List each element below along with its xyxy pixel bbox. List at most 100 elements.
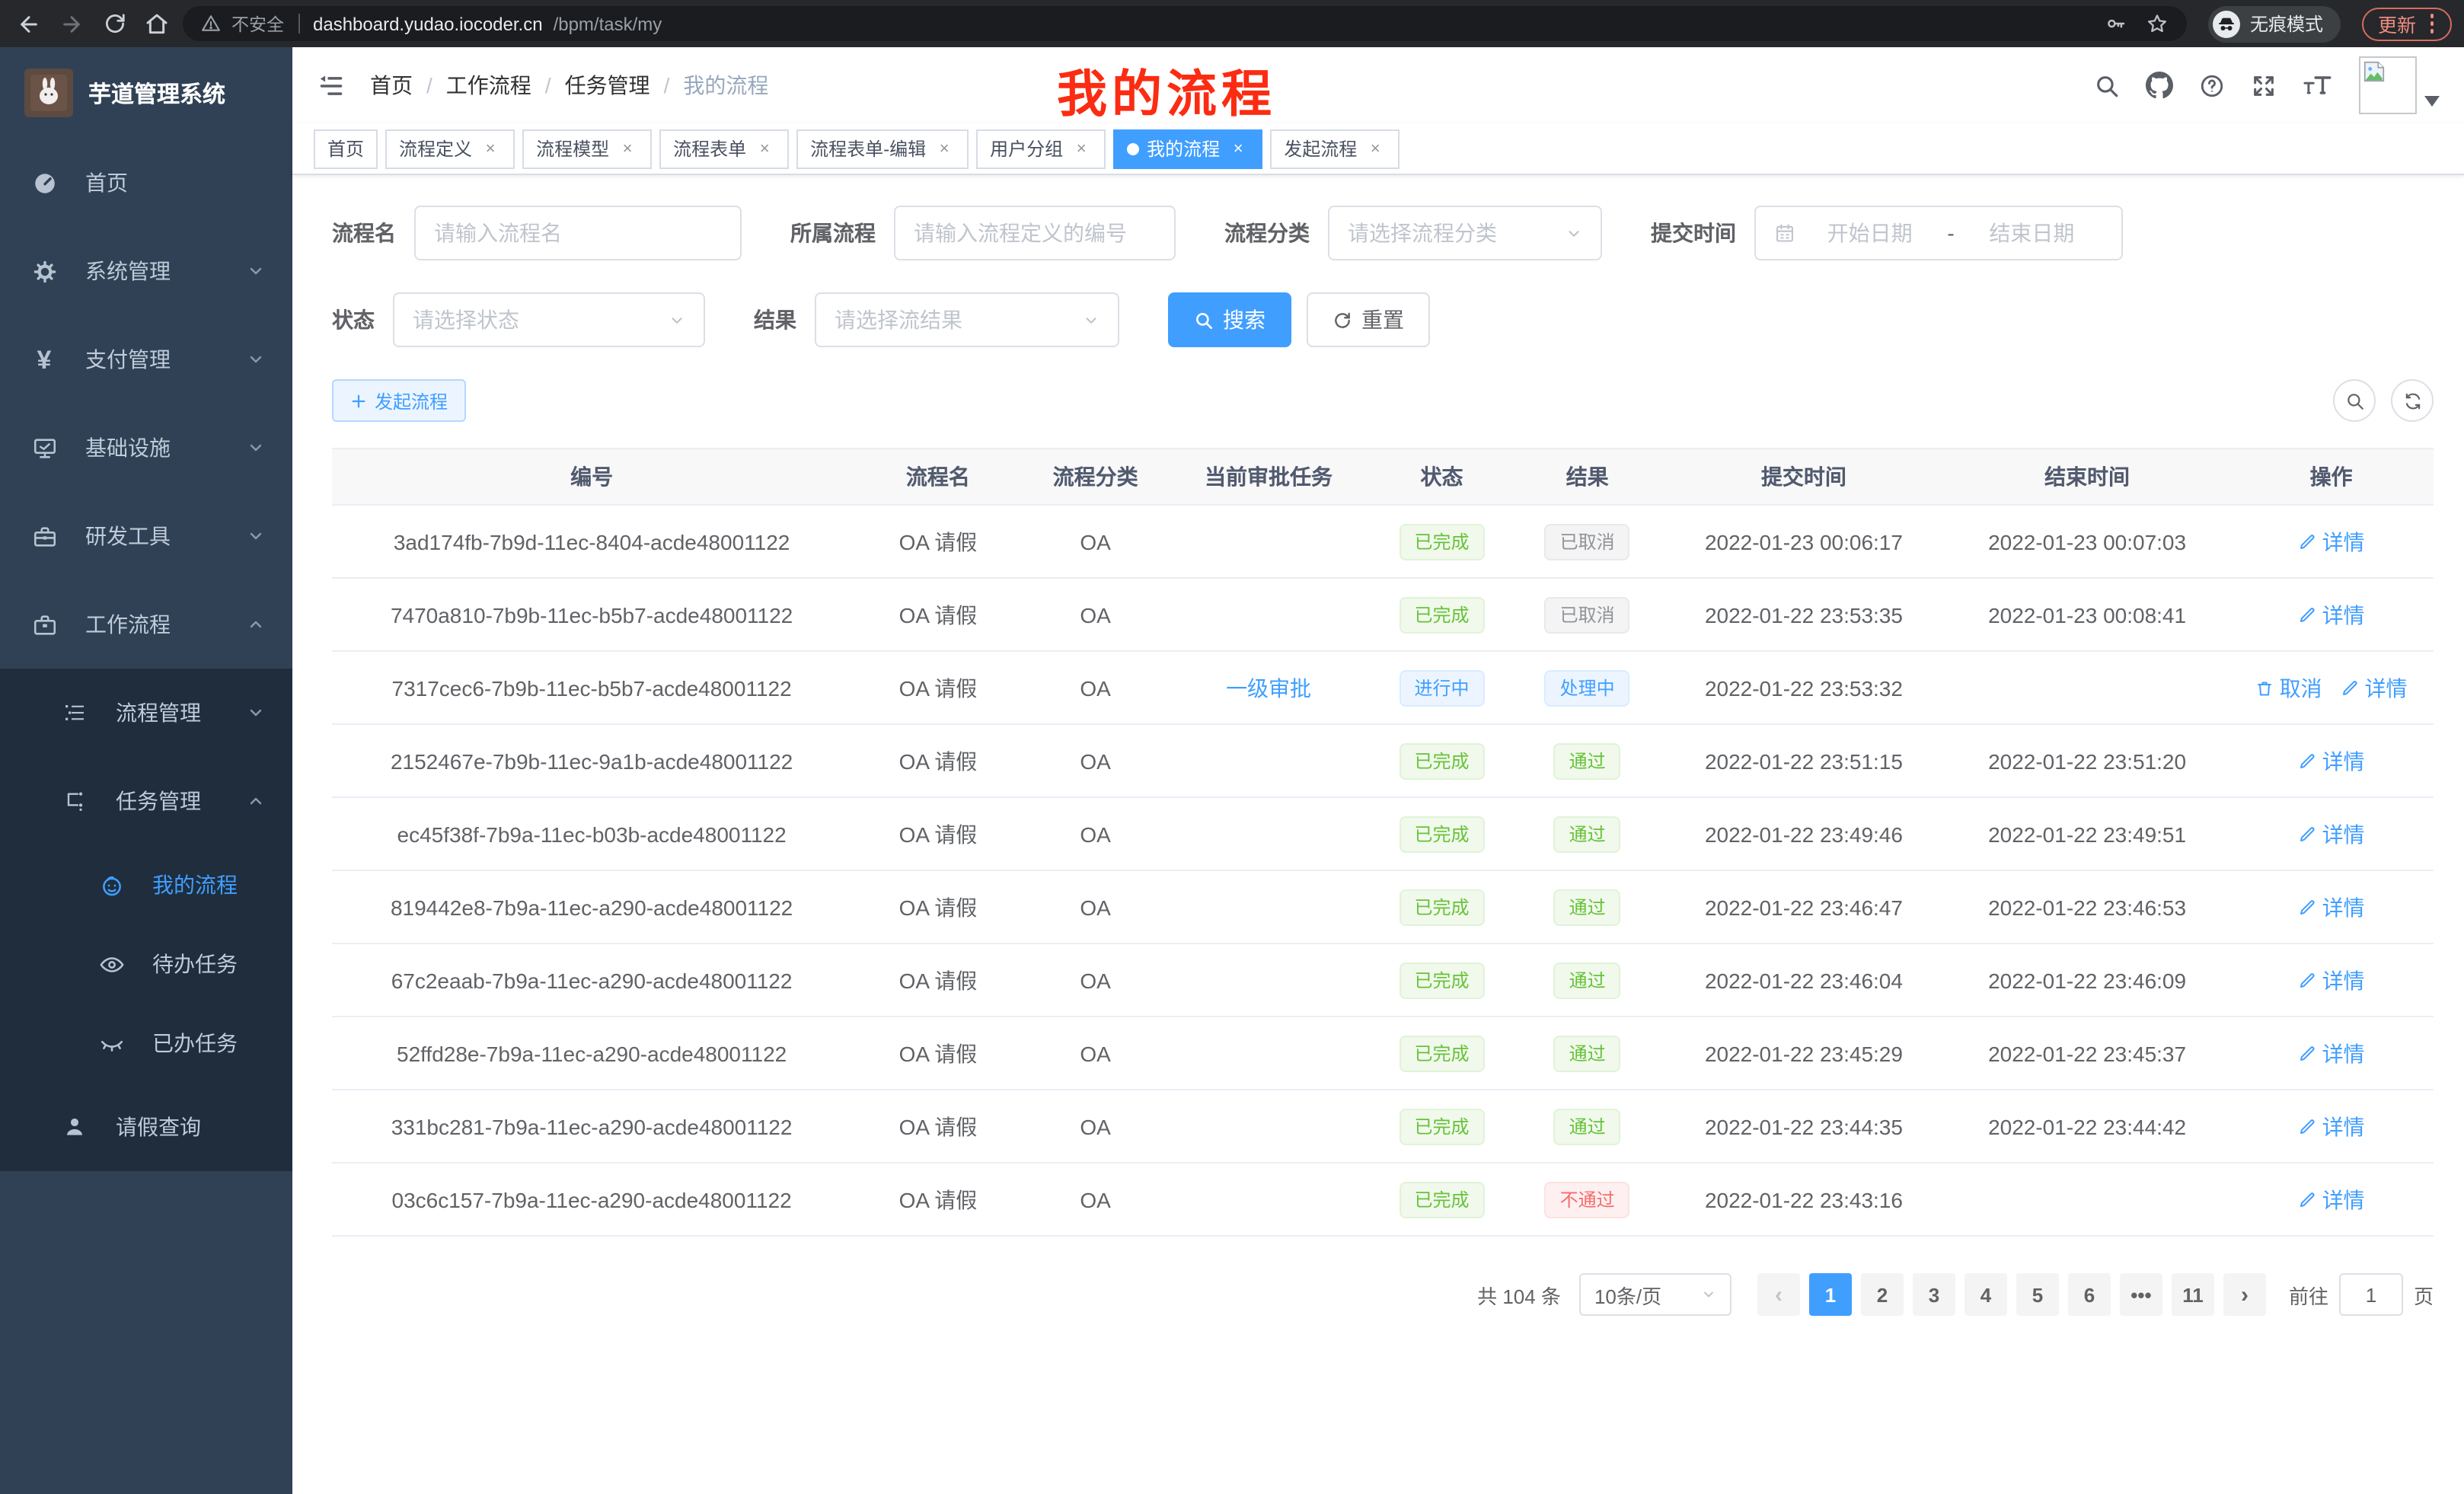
- table-refresh-icon[interactable]: [2391, 379, 2434, 422]
- cell-actions: 详情: [2229, 1163, 2434, 1236]
- parent-process-input[interactable]: 请输入流程定义的编号: [894, 206, 1176, 260]
- page-button-3[interactable]: 3: [1913, 1273, 1955, 1316]
- page-button-5[interactable]: 5: [2016, 1273, 2059, 1316]
- category-select[interactable]: 请选择流程分类: [1328, 206, 1602, 260]
- cell-category: OA: [1025, 1163, 1167, 1236]
- sidebar-item-system[interactable]: 系统管理: [0, 227, 292, 315]
- sidebar-item-home[interactable]: 首页: [0, 139, 292, 227]
- detail-link[interactable]: 详情: [2298, 1038, 2365, 1068]
- close-icon[interactable]: ×: [1227, 138, 1249, 159]
- user-avatar-menu[interactable]: [2359, 56, 2440, 114]
- sidebar-item-payment[interactable]: ¥ 支付管理: [0, 315, 292, 404]
- status-badge: 已完成: [1399, 1035, 1484, 1071]
- page-button-6[interactable]: 6: [2068, 1273, 2111, 1316]
- sidebar: 芋道管理系统 首页 系统管理 ¥ 支付管: [0, 47, 292, 1494]
- sidebar-item-done-tasks[interactable]: 已办任务: [0, 1004, 292, 1083]
- chevron-up-icon: [247, 615, 265, 634]
- breadcrumb-item[interactable]: 任务管理: [565, 70, 650, 101]
- tab-process-form[interactable]: 流程表单×: [659, 129, 789, 168]
- page-size-select[interactable]: 10条/页: [1579, 1273, 1732, 1316]
- page-button-2[interactable]: 2: [1861, 1273, 1904, 1316]
- cell-status: 已完成: [1371, 1017, 1512, 1090]
- detail-link[interactable]: 详情: [2298, 965, 2365, 995]
- update-button[interactable]: 更新: [2363, 7, 2452, 40]
- font-size-icon[interactable]: [2303, 73, 2333, 97]
- goto-page-input[interactable]: [2339, 1273, 2403, 1316]
- sidebar-item-todo-tasks[interactable]: 待办任务: [0, 924, 292, 1004]
- detail-link[interactable]: 详情: [2298, 599, 2365, 630]
- close-icon[interactable]: ×: [480, 138, 501, 159]
- detail-link[interactable]: 详情: [2341, 672, 2408, 703]
- tab-home[interactable]: 首页: [314, 129, 378, 168]
- tab-process-model[interactable]: 流程模型×: [522, 129, 652, 168]
- close-icon[interactable]: ×: [617, 138, 638, 159]
- help-icon[interactable]: [2199, 72, 2225, 98]
- task-link[interactable]: 一级审批: [1226, 675, 1311, 700]
- page-button-1[interactable]: 1: [1809, 1273, 1852, 1316]
- close-icon[interactable]: ×: [754, 138, 775, 159]
- not-secure-warning-icon[interactable]: [201, 14, 221, 34]
- forward-icon[interactable]: [55, 7, 88, 40]
- sidebar-item-my-process[interactable]: 我的流程: [0, 845, 292, 924]
- breadcrumb-item[interactable]: 工作流程: [446, 70, 531, 101]
- detail-link[interactable]: 详情: [2298, 819, 2365, 849]
- page-button-11[interactable]: 11: [2172, 1273, 2214, 1316]
- submit-time-range-picker[interactable]: 开始日期 - 结束日期: [1754, 206, 2123, 260]
- detail-link[interactable]: 详情: [2298, 526, 2365, 557]
- home-icon[interactable]: [140, 7, 174, 40]
- breadcrumb-item[interactable]: 首页: [370, 70, 413, 101]
- search-icon[interactable]: [2094, 72, 2120, 98]
- start-process-button[interactable]: 发起流程: [332, 379, 466, 422]
- detail-link[interactable]: 详情: [2298, 892, 2365, 922]
- tab-user-group[interactable]: 用户分组×: [976, 129, 1106, 168]
- back-icon[interactable]: [12, 7, 46, 40]
- next-page-button[interactable]: ›: [2223, 1273, 2266, 1316]
- reset-button[interactable]: 重置: [1307, 292, 1430, 347]
- tab-process-form-edit[interactable]: 流程表单-编辑×: [796, 129, 969, 168]
- table-row: 67c2eaab-7b9a-11ec-a290-acde48001122 OA …: [332, 943, 2434, 1017]
- cell-end-time: [1945, 1163, 2229, 1236]
- cell-submit-time: 2022-01-22 23:53:32: [1662, 651, 1945, 724]
- sidebar-item-task-management[interactable]: 任务管理: [0, 757, 292, 845]
- github-icon[interactable]: [2146, 72, 2173, 99]
- cancel-link[interactable]: 取消: [2255, 672, 2322, 703]
- bookmark-star-icon[interactable]: [2146, 12, 2169, 35]
- table-search-toggle-icon[interactable]: [2333, 379, 2376, 422]
- cell-id: 331bc281-7b9a-11ec-a290-acde48001122: [332, 1090, 851, 1163]
- reload-icon[interactable]: [97, 7, 131, 40]
- close-icon[interactable]: ×: [1364, 138, 1386, 159]
- tab-start-process[interactable]: 发起流程×: [1270, 129, 1400, 168]
- search-button[interactable]: 搜索: [1168, 292, 1291, 347]
- sidebar-item-infrastructure[interactable]: 基础设施: [0, 404, 292, 492]
- more-pages-button[interactable]: •••: [2120, 1273, 2162, 1316]
- status-badge: 已完成: [1399, 742, 1484, 779]
- close-icon[interactable]: ×: [1071, 138, 1092, 159]
- cell-end-time: 2022-01-22 23:49:51: [1945, 797, 2229, 870]
- page-content: 流程名 请输入流程名 所属流程 请输入流程定义的编号 流程分类 请选择流程分类: [292, 175, 2464, 1494]
- address-bar[interactable]: 不安全 dashboard.yudao.iocoder.cn/bpm/task/…: [183, 6, 2188, 41]
- result-select[interactable]: 请选择流结果: [815, 292, 1119, 347]
- detail-link[interactable]: 详情: [2298, 745, 2365, 776]
- table-row: 52ffd28e-7b9a-11ec-a290-acde48001122 OA …: [332, 1017, 2434, 1090]
- status-select[interactable]: 请选择状态: [393, 292, 705, 347]
- process-name-input[interactable]: 请输入流程名: [414, 206, 742, 260]
- sidebar-item-devtools[interactable]: 研发工具: [0, 492, 292, 580]
- tab-my-process[interactable]: 我的流程×: [1113, 129, 1262, 168]
- close-icon[interactable]: ×: [934, 138, 955, 159]
- cell-submit-time: 2022-01-22 23:46:47: [1662, 870, 1945, 943]
- page-button-4[interactable]: 4: [1964, 1273, 2007, 1316]
- sidebar-item-process-management[interactable]: 流程管理: [0, 669, 292, 757]
- sidebar-toggle-icon[interactable]: [317, 71, 346, 100]
- fullscreen-icon[interactable]: [2251, 72, 2277, 98]
- detail-link[interactable]: 详情: [2298, 1111, 2365, 1141]
- sidebar-item-leave-query[interactable]: 请假查询: [0, 1083, 292, 1171]
- tab-process-definition[interactable]: 流程定义×: [385, 129, 515, 168]
- sidebar-menu: 首页 系统管理 ¥ 支付管理: [0, 139, 292, 1171]
- sidebar-item-workflow[interactable]: 工作流程: [0, 580, 292, 669]
- result-badge: 不通过: [1545, 1181, 1630, 1218]
- prev-page-button[interactable]: ‹: [1757, 1273, 1800, 1316]
- browser-menu-icon[interactable]: [2427, 14, 2437, 34]
- table-row: 03c6c157-7b9a-11ec-a290-acde48001122 OA …: [332, 1163, 2434, 1236]
- detail-link[interactable]: 详情: [2298, 1184, 2365, 1215]
- password-key-icon[interactable]: [2105, 12, 2128, 35]
